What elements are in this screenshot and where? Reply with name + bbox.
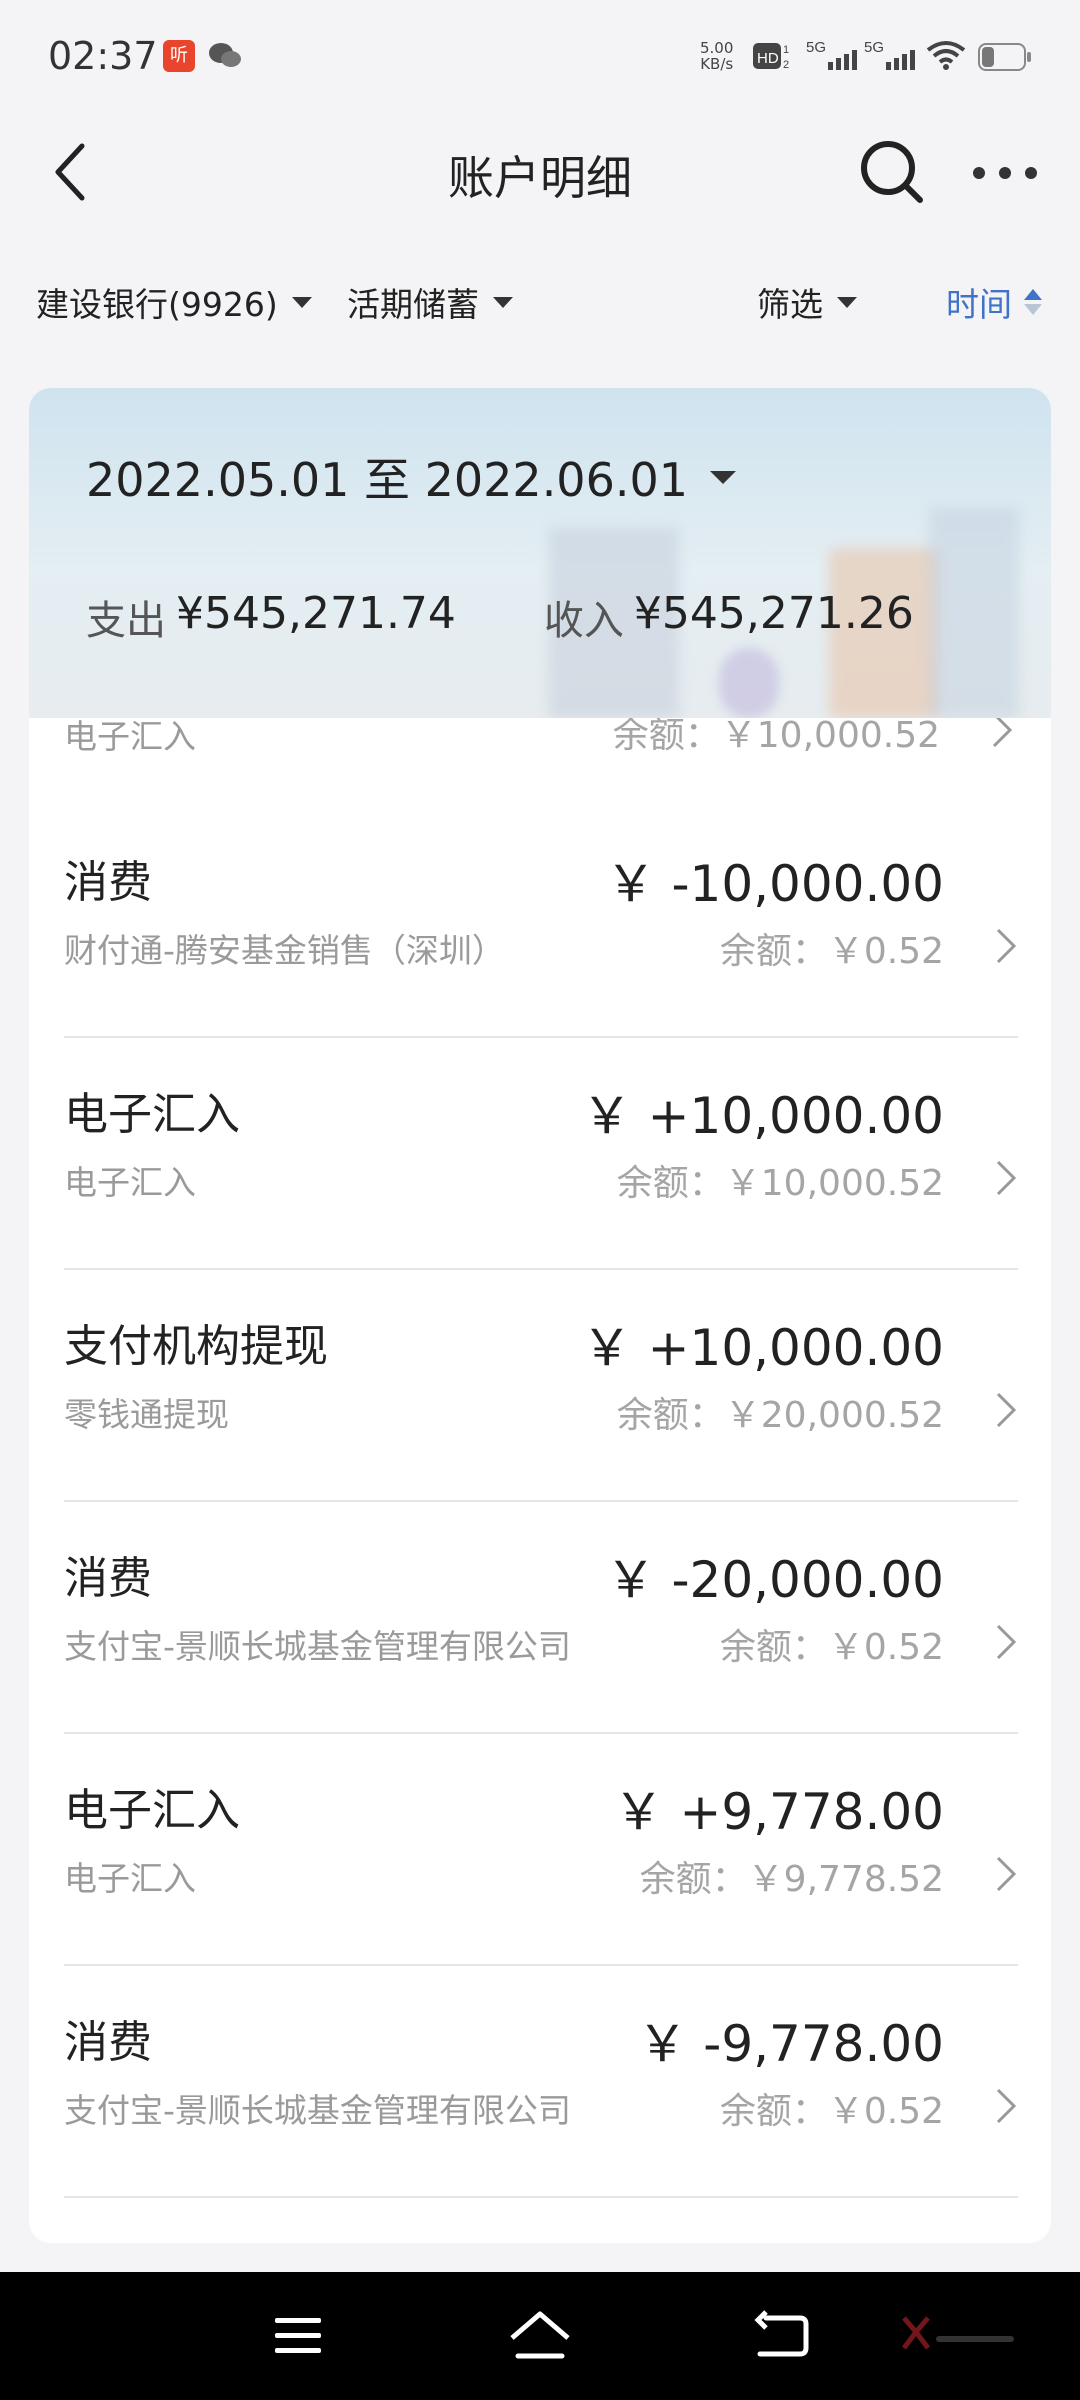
caret-down-icon	[710, 470, 736, 484]
chevron-right-icon	[996, 1160, 1017, 1196]
transaction-balance: 余额：￥0.52	[719, 931, 944, 972]
list-item[interactable]: 支付机构提现 零钱通提现 ￥ +10,000.00 余额：￥20,000.52	[64, 1268, 1018, 1502]
expense-total: 支出 ¥545,271.74	[86, 588, 456, 646]
transaction-description: 电子汇入	[64, 1859, 196, 1898]
transaction-description: 支付宝-景顺长城基金管理有限公司	[64, 1627, 571, 1666]
transaction-description: 电子汇入	[64, 1163, 196, 1202]
watermark-logo-icon	[902, 2316, 1014, 2350]
transaction-balance: 余额：￥20,000.52	[616, 1395, 944, 1436]
list-item[interactable]: 消费 财付通-腾安基金销售（深圳） ￥ -10,000.00 余额：￥0.52	[64, 804, 1018, 1038]
income-value: ¥545,271.26	[633, 588, 914, 639]
net-speed-value: 5.00	[700, 39, 734, 57]
expense-label: 支出	[86, 598, 166, 644]
net-speed-unit: KB/s	[700, 55, 734, 73]
transaction-balance: 余额：￥0.52	[719, 1627, 944, 1668]
transaction-balance: 余额：￥10,000.52	[616, 1163, 944, 1204]
svg-text:HD: HD	[757, 50, 779, 67]
summary-banner: 2022.05.01 至 2022.06.01 支出 ¥545,271.74 收…	[29, 388, 1051, 718]
transaction-amount: ￥ +9,778.00	[613, 1783, 944, 1841]
sort-by-time-button[interactable]: 时间	[946, 278, 1042, 326]
transaction-type: 电子汇入	[64, 1785, 240, 1836]
transaction-type: 消费	[64, 857, 152, 908]
transaction-amount: ￥ -20,000.00	[605, 1551, 944, 1609]
menu-icon[interactable]	[273, 2314, 323, 2358]
listen-app-icon: 听	[163, 40, 195, 72]
network-label: 5G	[806, 39, 826, 56]
wifi-icon	[926, 41, 966, 70]
hd-voice-icon: HD 1 2	[753, 43, 789, 71]
transaction-type: 电子汇入	[64, 1089, 240, 1140]
transaction-amount: ￥ -9,778.00	[637, 2015, 944, 2073]
wechat-icon	[209, 43, 241, 67]
transaction-type: 支付机构提现	[64, 1321, 328, 1372]
home-icon[interactable]	[508, 2308, 572, 2364]
status-bar: 02:37 听 5.00 KB/s HD 1 2 5G 5G	[0, 0, 1080, 118]
transaction-type: 消费	[64, 2017, 152, 2068]
transaction-description: 支付宝-景顺长城基金管理有限公司	[64, 2091, 571, 2130]
search-icon[interactable]	[858, 138, 926, 206]
filter-label: 筛选	[757, 285, 823, 324]
sort-label: 时间	[946, 285, 1012, 324]
transaction-balance: 余额：￥0.52	[719, 2091, 944, 2132]
chevron-right-icon	[996, 2088, 1017, 2124]
caret-down-icon	[493, 296, 513, 308]
transaction-balance: 余额：￥9,778.52	[639, 1859, 944, 1900]
list-item[interactable]: 电子汇入 电子汇入 ￥ +10,000.00 余额：￥10,000.52	[64, 1036, 1018, 1270]
status-time: 02:37	[48, 34, 158, 78]
net-speed: 5.00 KB/s	[700, 40, 733, 72]
header: 账户明细	[0, 118, 1080, 228]
date-range-label: 2022.05.01 至 2022.06.01	[86, 453, 688, 507]
sort-arrows-icon	[1024, 289, 1042, 315]
chevron-right-icon	[996, 928, 1017, 964]
date-range-selector[interactable]: 2022.05.01 至 2022.06.01	[86, 444, 736, 510]
chevron-right-icon	[996, 1856, 1017, 1892]
income-label: 收入	[543, 598, 624, 644]
filter-row: 建设银行(9926) 活期储蓄 筛选 时间	[0, 270, 1080, 334]
account-type-label: 活期储蓄	[347, 285, 479, 324]
svg-text:2: 2	[783, 59, 789, 71]
transaction-type: 消费	[64, 1553, 152, 1604]
transaction-description: 财付通-腾安基金销售（深圳）	[64, 931, 505, 970]
battery-icon	[978, 43, 1031, 71]
transaction-amount: ￥ -10,000.00	[605, 855, 944, 913]
more-icon[interactable]	[972, 166, 1038, 180]
transaction-amount: ￥ +10,000.00	[581, 1319, 944, 1377]
transaction-amount: ￥ +10,000.00	[581, 1087, 944, 1145]
network-label: 5G	[864, 39, 884, 56]
list-item[interactable]: 消费 支付宝-景顺长城基金管理有限公司 ￥ -20,000.00 余额：￥0.5…	[64, 1500, 1018, 1734]
chevron-right-icon	[996, 1392, 1017, 1428]
list-item-partial[interactable]: 电子汇入 余额：￥10,000.52	[64, 710, 1014, 800]
transaction-description: 零钱通提现	[64, 1395, 229, 1434]
chevron-right-icon	[996, 1624, 1017, 1660]
income-total: 收入 ¥545,271.26	[544, 588, 914, 646]
caret-down-icon	[291, 296, 312, 308]
svg-text:1: 1	[783, 44, 789, 56]
expense-value: ¥545,271.74	[176, 588, 456, 639]
bank-account-selector[interactable]: 建设银行(9926)	[36, 278, 312, 326]
summary-totals: 支出 ¥545,271.74 收入 ¥545,271.26	[86, 588, 914, 646]
system-nav-bar	[0, 2272, 1080, 2400]
account-type-selector[interactable]: 活期储蓄	[347, 278, 513, 326]
caret-down-icon	[837, 296, 857, 308]
list-item[interactable]: 消费 支付宝-景顺长城基金管理有限公司 ￥ -9,778.00 余额：￥0.52	[64, 1964, 1018, 2198]
back-nav-icon[interactable]	[752, 2310, 810, 2360]
bank-account-label: 建设银行(9926)	[36, 285, 278, 324]
list-item[interactable]: 电子汇入 电子汇入 ￥ +9,778.00 余额：￥9,778.52	[64, 1732, 1018, 1966]
filter-button[interactable]: 筛选	[757, 278, 857, 326]
